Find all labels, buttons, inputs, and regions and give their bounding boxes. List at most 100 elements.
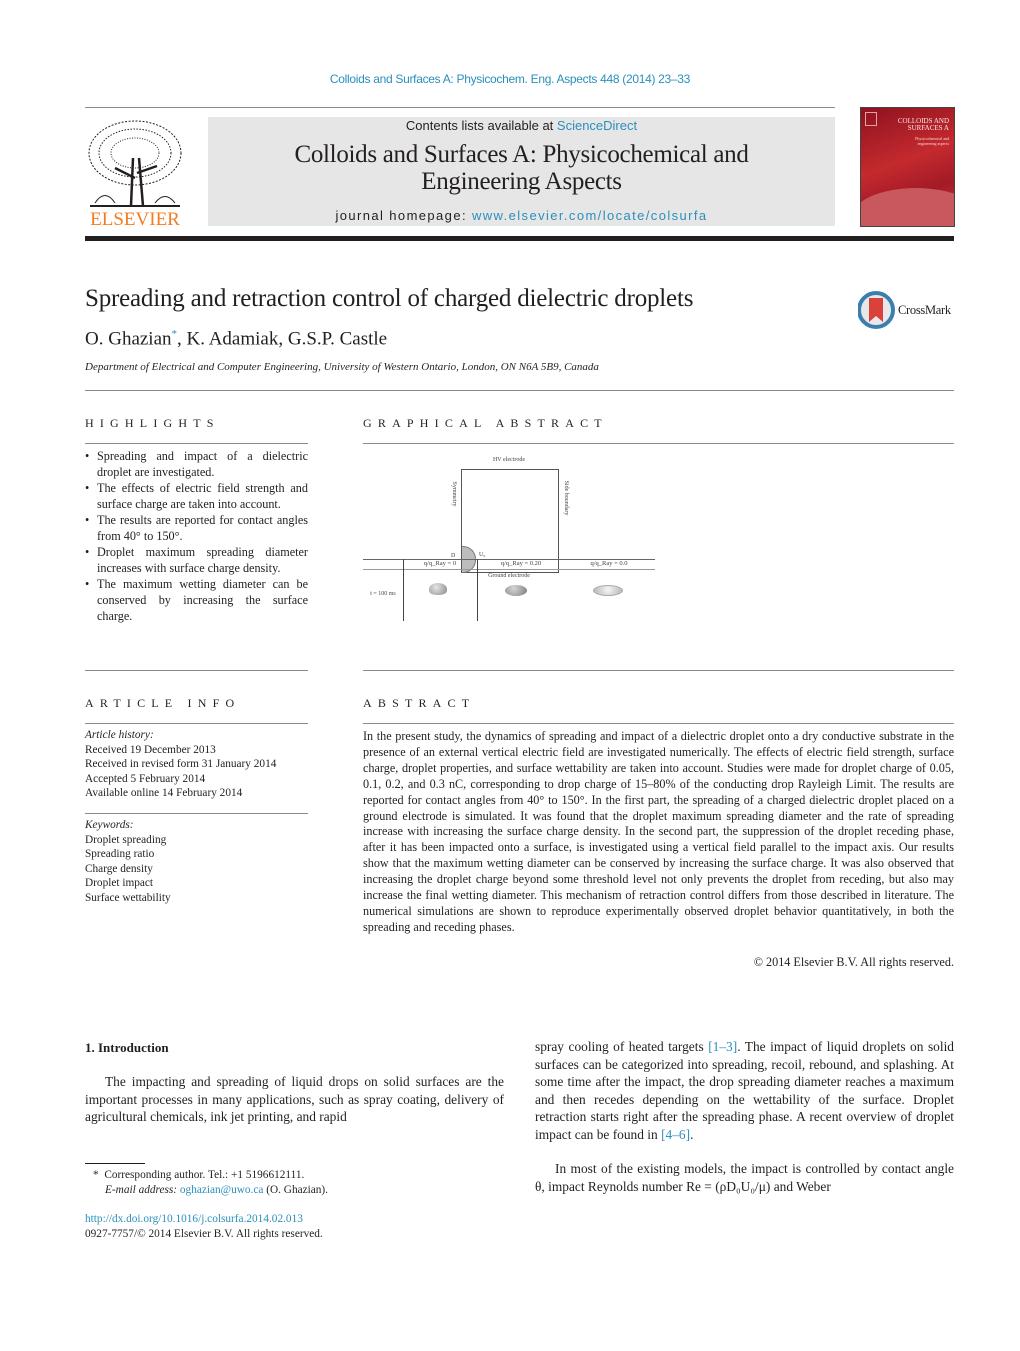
crossmark-icon — [858, 291, 895, 329]
graphical-abstract-divider — [363, 443, 954, 444]
journal-homepage: journal homepage: www.elsevier.com/locat… — [208, 208, 835, 223]
highlight-item: The effects of electric field strength a… — [85, 480, 308, 512]
homepage-link[interactable]: www.elsevier.com/locate/colsurfa — [472, 208, 708, 223]
history-label: Article history: — [85, 729, 154, 741]
abstract-body: In the present study, the dynamics of sp… — [363, 729, 954, 934]
homepage-label: journal homepage: — [335, 208, 472, 223]
text-span: . — [690, 1126, 694, 1142]
email-label: E-mail address: — [105, 1184, 180, 1196]
graphical-abstract-heading: GRAPHICAL ABSTRACT — [363, 416, 608, 430]
footnote-rule — [85, 1163, 145, 1164]
article-info-divider — [85, 723, 308, 724]
author-name[interactable]: K. Adamiak — [187, 328, 279, 349]
journal-citation[interactable]: Colloids and Surfaces A: Physicochem. En… — [0, 72, 1020, 86]
author-name[interactable]: G.S.P. Castle — [288, 328, 387, 349]
corresponding-author-footnote: * Corresponding author. Tel.: +1 5196612… — [85, 1168, 328, 1198]
droplet-image — [429, 583, 447, 595]
affiliation: Department of Electrical and Computer En… — [85, 361, 599, 373]
elsevier-tree-icon: ELSEVIER — [85, 118, 185, 230]
footnote-mark: * — [93, 1169, 99, 1181]
keyword-item: Droplet impact — [85, 877, 154, 889]
elsevier-logo[interactable]: ELSEVIER — [85, 118, 185, 230]
title-divider — [85, 390, 954, 391]
history-item: Received 19 December 2013 — [85, 743, 216, 756]
intro-paragraph-continued: spray cooling of heated targets [1–3]. T… — [535, 1038, 954, 1143]
article-info-heading: ARTICLE INFO — [85, 696, 241, 710]
table-col-header: q/q_Ray = 0 — [423, 560, 457, 567]
header-divider — [85, 107, 835, 108]
cover-swoosh — [861, 188, 954, 226]
highlights-bottom-divider — [85, 670, 308, 671]
citation-link[interactable]: [4–6] — [661, 1127, 690, 1142]
keyword-item: Surface wettability — [85, 891, 171, 904]
highlight-item: The results are reported for contact ang… — [85, 512, 308, 544]
abstract-bottom-spacer — [363, 976, 954, 977]
cover-subtitle: Physicochemical and engineering aspects — [915, 136, 949, 146]
journal-cover-thumbnail[interactable]: COLLOIDS AND SURFACES A Physicochemical … — [860, 107, 955, 227]
highlight-item: Droplet maximum spreading diameter incre… — [85, 544, 308, 576]
side-boundary-label: Side boundary — [563, 480, 569, 516]
table-col-divider — [477, 559, 478, 621]
table-col-divider — [403, 559, 404, 621]
history-item: Accepted 5 February 2014 — [85, 772, 206, 785]
crossmark-label: CrossMark — [898, 303, 951, 317]
graphical-abstract-figure[interactable]: HV electrode Ground electrode Symmetry S… — [363, 455, 655, 625]
keyword-item: Charge density — [85, 862, 153, 875]
journal-title-line1: Colloids and Surfaces A: Physicochemical… — [294, 141, 749, 168]
author-separator: , — [278, 328, 288, 350]
article-history: Article history: Received 19 December 20… — [85, 728, 276, 801]
keyword-item: Droplet spreading — [85, 833, 167, 846]
author-separator: , — [177, 328, 187, 350]
cover-logo-icon — [865, 112, 877, 126]
text-span: spray cooling of heated targets — [535, 1039, 709, 1054]
droplet-image — [505, 585, 527, 596]
crossmark-badge[interactable]: CrossMark — [858, 290, 958, 330]
table-col-header: q/q_Ray = 0.20 — [500, 560, 542, 567]
keyword-item: Spreading ratio — [85, 848, 155, 860]
elsevier-wordmark: ELSEVIER — [90, 209, 180, 228]
doi-link[interactable]: http://dx.doi.org/10.1016/j.colsurfa.201… — [85, 1212, 323, 1227]
highlight-item: The maximum wetting diameter can be cons… — [85, 576, 308, 624]
issn-copyright: 0927-7757/© 2014 Elsevier B.V. All right… — [85, 1228, 323, 1240]
ground-electrode-label: Ground electrode — [488, 573, 530, 579]
table-row-label: t = 100 ms — [370, 591, 396, 597]
highlight-item: Spreading and impact of a dielectric dro… — [85, 448, 308, 480]
header-thick-rule — [85, 236, 954, 241]
symmetry-label: Symmetry — [451, 481, 457, 507]
history-item: Received in revised form 31 January 2014 — [85, 758, 277, 770]
abstract-heading: ABSTRACT — [363, 696, 476, 710]
footnote-contact: Corresponding author. Tel.: +1 519661211… — [104, 1169, 305, 1181]
table-col-header: q/q_Ray = 0.0 — [590, 560, 628, 567]
section-heading-introduction: 1. Introduction — [85, 1040, 169, 1055]
email-suffix: (O. Ghazian). — [263, 1184, 329, 1196]
contents-line: Contents lists available at ScienceDirec… — [208, 118, 835, 133]
table-header-rule — [363, 569, 655, 570]
author-name[interactable]: O. Ghazian — [85, 328, 172, 349]
text-span: . The impact of liquid droplets on solid… — [535, 1039, 954, 1142]
abstract-divider — [363, 723, 954, 724]
journal-banner: Contents lists available at ScienceDirec… — [208, 117, 835, 226]
keywords: Keywords: Droplet spreading Spreading ra… — [85, 818, 171, 905]
drop-velocity-label: U₀ — [479, 552, 486, 558]
sciencedirect-link[interactable]: ScienceDirect — [557, 118, 637, 133]
keywords-divider — [85, 813, 308, 814]
email-link[interactable]: oghazian@uwo.ca — [180, 1184, 264, 1196]
intro-paragraph: The impacting and spreading of liquid dr… — [85, 1074, 504, 1124]
author-list: O. Ghazian*, K. Adamiak, G.S.P. Castle — [85, 328, 387, 350]
highlights-list: Spreading and impact of a dielectric dro… — [85, 448, 308, 624]
citation-link[interactable]: [1–3] — [708, 1039, 737, 1054]
highlights-divider — [85, 443, 308, 444]
hv-electrode-label: HV electrode — [492, 457, 526, 463]
contents-prefix: Contents lists available at — [405, 118, 557, 133]
keywords-label: Keywords: — [85, 819, 134, 831]
intro-paragraph: In most of the existing models, the impa… — [535, 1161, 954, 1194]
article-title: Spreading and retraction control of char… — [85, 285, 694, 312]
journal-title-line2: Engineering Aspects — [421, 168, 622, 195]
droplet-image — [593, 585, 623, 596]
doi-block: http://dx.doi.org/10.1016/j.colsurfa.201… — [85, 1212, 323, 1242]
abstract-copyright: © 2014 Elsevier B.V. All rights reserved… — [753, 955, 954, 969]
highlights-heading: HIGHLIGHTS — [85, 416, 220, 430]
history-item: Available online 14 February 2014 — [85, 787, 243, 799]
graphical-abstract-bottom-divider — [363, 670, 954, 671]
journal-title[interactable]: Colloids and Surfaces A: Physicochemical… — [208, 141, 835, 195]
